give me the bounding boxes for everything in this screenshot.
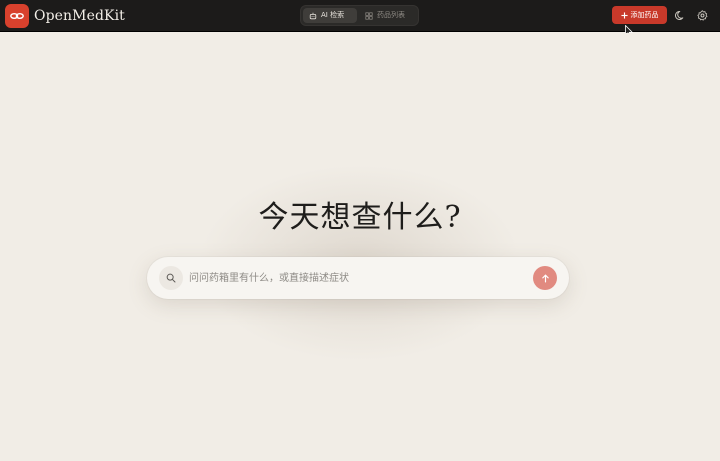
search-icon [159, 266, 183, 290]
add-drug-button[interactable]: 添加药品 [612, 6, 667, 24]
page-title: 今天想查什么? [258, 200, 462, 235]
robot-icon [309, 12, 317, 19]
logo[interactable] [5, 4, 29, 28]
brand-name: OpenMedKit [34, 8, 125, 24]
gear-icon [696, 9, 707, 21]
theme-toggle-button[interactable] [673, 8, 687, 22]
tab-ai-search-label: AI 检索 [321, 11, 345, 19]
plus-icon [620, 11, 628, 19]
tab-drug-list-label: 药品列表 [377, 11, 405, 19]
arrow-up-icon [541, 274, 549, 283]
grid-icon [365, 11, 373, 20]
tab-ai-search[interactable]: AI 检索 [303, 8, 357, 23]
send-button[interactable] [533, 266, 557, 290]
main-area: 今天想查什么? [0, 33, 720, 461]
top-bar: OpenMedKit AI 检索 药品列表 添加药品 [0, 0, 720, 37]
settings-button[interactable] [695, 8, 709, 22]
search-input[interactable] [189, 268, 519, 288]
moon-icon [674, 10, 683, 20]
search-bar [147, 257, 569, 299]
tab-drug-list[interactable]: 药品列表 [359, 8, 417, 23]
add-drug-label: 添加药品 [630, 11, 659, 19]
logo-icon [10, 12, 24, 19]
view-switcher: AI 检索 药品列表 [300, 5, 419, 26]
